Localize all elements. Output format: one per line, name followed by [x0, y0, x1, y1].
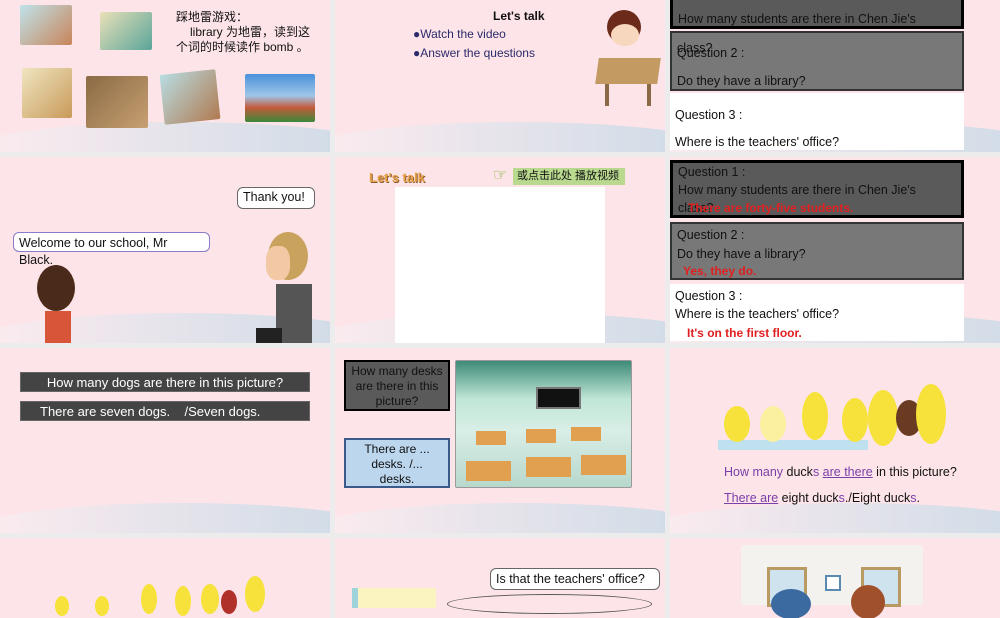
question-box: How many desks are there in this picture… — [344, 360, 450, 411]
question-sentence: How many ducks are there in this picture… — [724, 465, 957, 479]
pointing-hand-icon: ☞ — [493, 167, 508, 184]
bullet-item: ●Watch the video — [413, 27, 506, 41]
girl-image — [35, 265, 77, 343]
keyword-how-many: How many — [724, 465, 784, 479]
computer-room-image — [20, 5, 72, 45]
wave-decoration — [670, 503, 1000, 533]
answer-part: eight duck — [778, 491, 839, 505]
slide-thumbnail-11[interactable]: Is that the teachers' office? — [335, 538, 665, 618]
slide-thumbnail-6[interactable]: Question 1 : How many students are there… — [670, 157, 1000, 343]
question-2-box: Question 2 : Do they have a library? Yes… — [670, 222, 964, 280]
question-1-text: How many students are there in Chen Jie'… — [678, 12, 916, 26]
keyword-are-there: are there — [822, 465, 873, 479]
thinking-boy-image — [595, 10, 661, 108]
bullet-item: ●Answer the questions — [413, 46, 535, 60]
speech-bubble-girl-text: Welcome to our school, Mr Black. — [19, 236, 168, 267]
question-rest: in this picture? — [872, 465, 957, 479]
word-duck: duck — [783, 465, 813, 479]
teachers-office-image — [159, 69, 221, 125]
classroom-image — [455, 360, 632, 488]
question-3-label: Question 3 : — [675, 289, 743, 303]
question-3-box: Question 3 : Where is the teachers' offi… — [670, 284, 964, 341]
question-1-text: How many students are there in Chen Jie'… — [678, 183, 916, 197]
slide-title: Let's talk — [493, 9, 545, 23]
sticky-note-image — [352, 588, 436, 608]
question-3-text: Where is the teachers' office? — [675, 307, 840, 321]
speech-bubble-text: Is that the teachers' office? — [496, 572, 645, 586]
question-1-box: Question 1 : How many students are there… — [670, 160, 964, 218]
wave-decoration — [335, 503, 665, 533]
question-2-label: Question 2 : — [677, 228, 745, 242]
speech-bubble-girl: Welcome to our school, Mr Black. — [13, 232, 210, 267]
answer-sentence: There are eight ducks./Eight ducks. — [724, 491, 920, 505]
question-1-box: How many students are there in Chen Jie'… — [670, 0, 964, 29]
classroom-image — [100, 12, 152, 50]
answer-part: . — [916, 491, 920, 505]
keyword-there-are: There are — [724, 491, 779, 505]
playground-image — [245, 74, 315, 122]
slide-thumbnail-9[interactable]: How many ducks are there in this picture… — [670, 348, 1000, 533]
wave-decoration — [335, 122, 665, 152]
answer-2: Yes, they do. — [683, 264, 757, 278]
slide-thumbnail-3[interactable]: How many students are there in Chen Jie'… — [670, 0, 1000, 152]
ducks-image — [55, 576, 275, 618]
answer-bar: There are seven dogs. /Seven dogs. — [20, 401, 310, 421]
ducks-image — [718, 384, 948, 454]
question-2-label: Question 2 : — [677, 46, 745, 60]
art-room-image — [22, 68, 72, 118]
question-2-text: Do they have a library? — [677, 247, 806, 261]
slide-title: Let's talk — [369, 170, 425, 185]
play-video-link[interactable]: 或点击此处 播放视频 — [513, 168, 625, 185]
mr-black-image — [252, 232, 312, 343]
slide-thumbnail-4[interactable]: Thank you! Welcome to our school, Mr Bla… — [0, 157, 330, 343]
office-scene-image — [741, 545, 923, 618]
question-1-label: Question 1 : — [678, 165, 746, 179]
speech-bubble-outline — [447, 594, 652, 614]
question-3-text: Where is the teachers' office? — [675, 135, 840, 149]
question-bar: How many dogs are there in this picture? — [20, 372, 310, 392]
question-3-label: Question 3 : — [675, 108, 743, 122]
answer-box: There are ... desks. /... desks. — [344, 438, 450, 488]
slide-thumbnail-1[interactable]: 踩地雷游戏： library 为地雷，读到这 个词的时候读作 bomb 。 — [0, 0, 330, 152]
slide-thumbnail-5[interactable]: Let's talk ☞ 或点击此处 播放视频 — [335, 157, 665, 343]
question-3-box: Question 3 : Where is the teachers' offi… — [670, 93, 964, 150]
answer-1: There are forty-five students. — [688, 201, 854, 215]
answer-part: ./Eight duck — [844, 491, 911, 505]
speech-bubble-man: Thank you! — [237, 187, 315, 209]
game-rule-line: 个词的时候读作 bomb 。 — [176, 40, 309, 54]
slide-thumbnail-2[interactable]: Let's talk ●Watch the video ●Answer the … — [335, 0, 665, 152]
video-player[interactable] — [395, 187, 605, 343]
speech-bubble: Is that the teachers' office? — [490, 568, 660, 590]
library-image — [86, 76, 148, 128]
question-2-box: class? Question 2 : Do they have a libra… — [670, 31, 964, 91]
slide-thumbnail-7[interactable]: How many dogs are there in this picture?… — [0, 348, 330, 533]
wave-decoration — [0, 122, 330, 152]
question-2-text: Do they have a library? — [677, 74, 806, 88]
answer-3: It's on the first floor. — [687, 326, 802, 340]
slide-thumbnail-8[interactable]: How many desks are there in this picture… — [335, 348, 665, 533]
slide-thumbnail-10[interactable] — [0, 538, 330, 618]
slide-thumbnail-12[interactable] — [670, 538, 1000, 618]
wave-decoration — [0, 503, 330, 533]
